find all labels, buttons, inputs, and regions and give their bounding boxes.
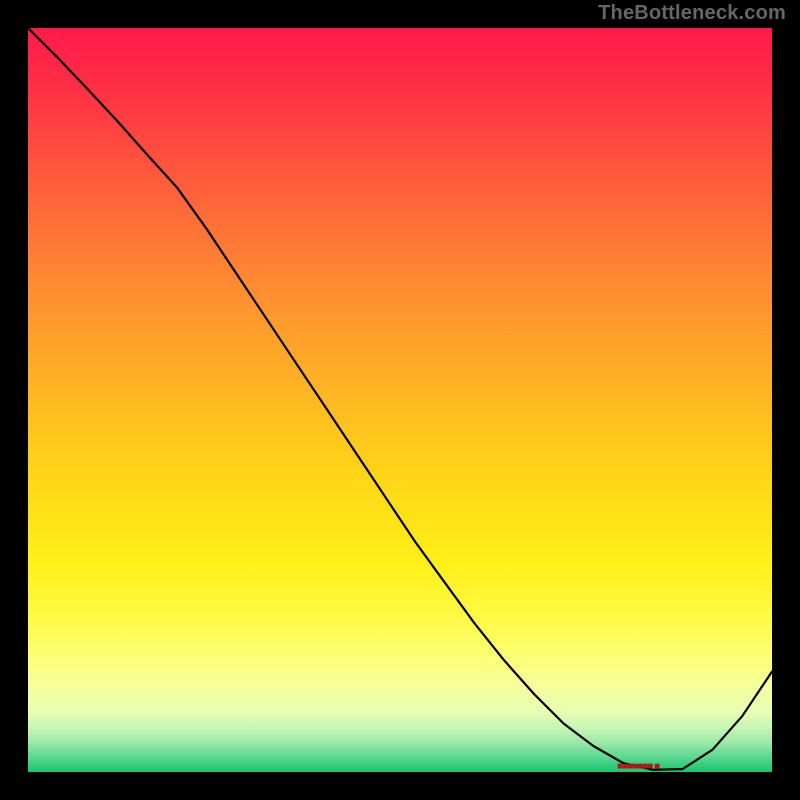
series-line [28,28,772,772]
chart-plot-area: ■■■■■■■ ■ [28,28,772,772]
optimal-range-marker: ■■■■■■■ ■ [617,761,659,772]
attribution-text: TheBottleneck.com [598,2,786,25]
